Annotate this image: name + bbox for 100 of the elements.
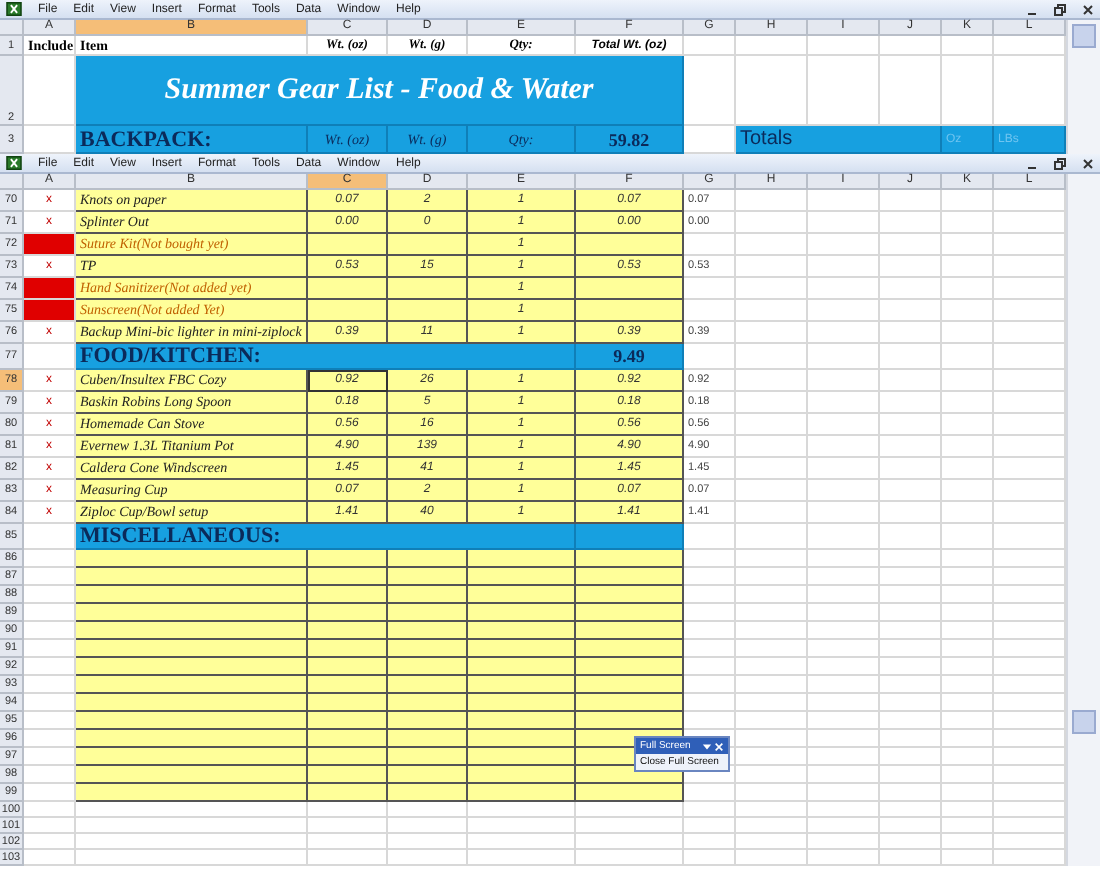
restore-icon[interactable] [1054, 157, 1066, 169]
empty-cell [942, 392, 994, 414]
sheet-title: Summer Gear List - Food & Water [76, 56, 684, 126]
empty-cell [736, 436, 808, 458]
restore-icon[interactable] [1054, 3, 1066, 15]
empty-cell [736, 392, 808, 414]
table-cell: 9.49 [576, 344, 684, 370]
empty-cell [736, 586, 808, 604]
empty-cell [736, 676, 808, 694]
empty-cell [880, 568, 942, 586]
empty-cell [808, 234, 880, 256]
empty-cell [808, 502, 880, 524]
empty-cell [942, 712, 994, 730]
empty-cell [942, 278, 994, 300]
empty-cell [942, 622, 994, 640]
empty-cell [808, 604, 880, 622]
empty-cell [808, 436, 880, 458]
empty-cell [808, 640, 880, 658]
empty-cell [880, 344, 942, 370]
empty-cell [880, 524, 942, 550]
empty-cell [736, 640, 808, 658]
empty-cell [942, 234, 994, 256]
empty-cell [808, 622, 880, 640]
empty-cell [808, 658, 880, 676]
empty-cell [684, 56, 736, 126]
empty-cell [808, 568, 880, 586]
empty-cell [736, 748, 808, 766]
empty-cell [942, 212, 994, 234]
empty-cell [942, 436, 994, 458]
empty-cell [736, 568, 808, 586]
empty-cell [736, 622, 808, 640]
empty-cell [942, 550, 994, 568]
empty-cell [808, 524, 880, 550]
empty-cell [880, 694, 942, 712]
section-heading: FOOD/KITCHEN: [76, 344, 576, 370]
empty-cell [942, 190, 994, 212]
vertical-scrollbar[interactable] [1066, 174, 1100, 866]
empty-cell [942, 766, 994, 784]
empty-cell [808, 712, 880, 730]
empty-cell [808, 414, 880, 436]
empty-cell [736, 344, 808, 370]
empty-cell [808, 730, 880, 748]
empty-cell [880, 712, 942, 730]
empty-cell [736, 658, 808, 676]
empty-cell [880, 392, 942, 414]
empty-cell [736, 300, 808, 322]
empty-cell [942, 658, 994, 676]
empty-cell [736, 730, 808, 748]
empty-cell [880, 458, 942, 480]
section-heading: MISCELLANEOUS: [76, 524, 576, 550]
empty-cell [808, 190, 880, 212]
empty-cell [808, 370, 880, 392]
empty-cell [880, 234, 942, 256]
empty-cell [736, 36, 808, 56]
empty-cell [880, 322, 942, 344]
empty-cell [808, 256, 880, 278]
empty-cell [808, 392, 880, 414]
empty-cell [880, 370, 942, 392]
empty-cell [880, 604, 942, 622]
empty-cell [942, 370, 994, 392]
table-cell: 59.82 [576, 126, 684, 154]
table-cell: Totals [736, 126, 942, 154]
section-heading: BACKPACK: [76, 126, 308, 154]
empty-cell [736, 766, 808, 784]
empty-cell [880, 190, 942, 212]
empty-cell [880, 676, 942, 694]
empty-cell [808, 694, 880, 712]
empty-cell [808, 212, 880, 234]
spreadsheet-icon[interactable] [6, 2, 22, 16]
empty-cell [880, 502, 942, 524]
empty-cell [942, 300, 994, 322]
close-icon[interactable] [1082, 157, 1094, 169]
empty-cell [942, 414, 994, 436]
close-icon[interactable] [1082, 3, 1094, 15]
empty-cell [736, 712, 808, 730]
empty-cell [942, 586, 994, 604]
empty-cell [684, 36, 736, 56]
empty-cell [880, 622, 942, 640]
spreadsheet-icon[interactable] [6, 156, 22, 170]
empty-cell [880, 748, 942, 766]
empty-cell [736, 694, 808, 712]
empty-cell [880, 436, 942, 458]
empty-cell [736, 234, 808, 256]
empty-cell [880, 212, 942, 234]
empty-cell [942, 694, 994, 712]
empty-cell [808, 300, 880, 322]
empty-cell [880, 480, 942, 502]
empty-cell [808, 344, 880, 370]
empty-cell [880, 766, 942, 784]
empty-cell [942, 748, 994, 766]
empty-cell [880, 36, 942, 56]
vertical-scrollbar[interactable] [1066, 20, 1100, 154]
empty-cell [880, 658, 942, 676]
empty-cell [880, 300, 942, 322]
empty-cell [808, 550, 880, 568]
empty-cell [736, 550, 808, 568]
empty-cell [942, 344, 994, 370]
empty-cell [880, 278, 942, 300]
empty-cell [942, 730, 994, 748]
empty-cell [942, 36, 994, 56]
